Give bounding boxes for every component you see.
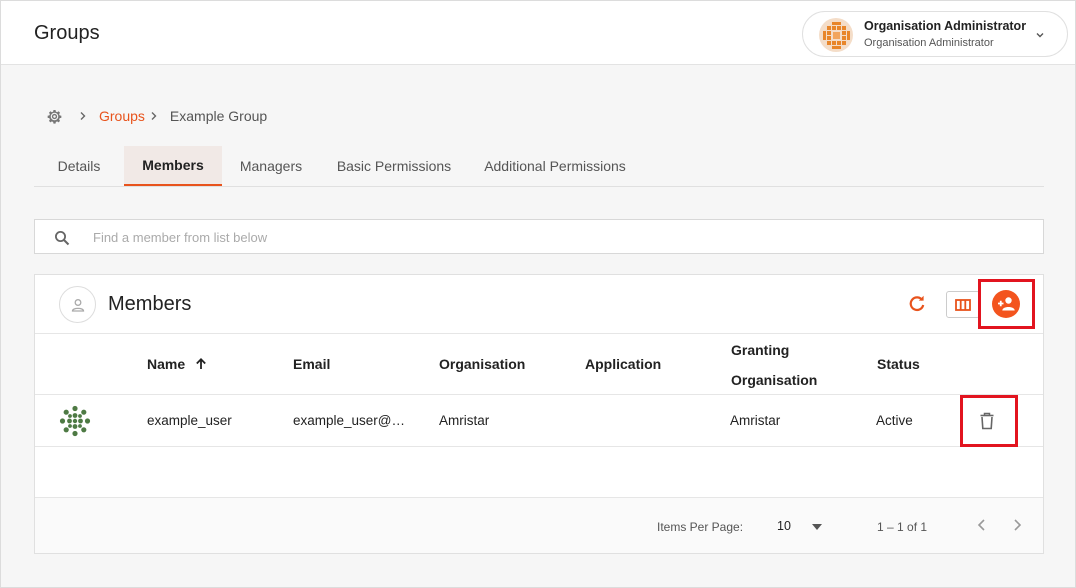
tab-bar: Details Members Managers Basic Permissio… <box>34 146 1044 187</box>
search-icon <box>54 230 70 246</box>
chevron-right-icon <box>78 111 88 121</box>
search-input[interactable] <box>93 226 993 248</box>
card-header: Members <box>35 275 1043 334</box>
column-granting-line1[interactable]: Granting <box>731 342 789 358</box>
cell-name: example_user <box>147 413 232 428</box>
refresh-icon[interactable] <box>907 294 927 314</box>
gear-icon[interactable] <box>47 109 62 124</box>
breadcrumb-current: Example Group <box>170 108 267 124</box>
arrow-up-icon <box>195 358 207 370</box>
tab-members[interactable]: Members <box>124 146 222 186</box>
chevron-left-icon[interactable] <box>975 518 989 532</box>
page-title: Groups <box>34 22 100 45</box>
cell-status: Active <box>876 413 913 428</box>
column-email[interactable]: Email <box>293 356 330 372</box>
table-header: Name Email Organisation Application Gran… <box>35 334 1043 395</box>
tab-managers[interactable]: Managers <box>222 146 320 186</box>
cell-organisation: Amristar <box>439 413 489 428</box>
view-columns-icon <box>955 299 971 311</box>
tab-details[interactable]: Details <box>34 146 124 186</box>
user-avatar-icon <box>59 405 91 437</box>
pagination: Items Per Page: 10 1 – 1 of 1 <box>35 497 1043 553</box>
card-title: Members <box>108 293 191 316</box>
top-bar: Groups Organisation Administrator Organi… <box>1 1 1075 65</box>
items-per-page-label: Items Per Page: <box>657 520 743 534</box>
user-name: Organisation Administrator <box>864 19 1026 33</box>
page-range: 1 – 1 of 1 <box>877 520 927 534</box>
column-application[interactable]: Application <box>585 356 661 372</box>
table-row[interactable]: example_user example_user@… Amristar Amr… <box>35 395 1043 447</box>
remove-member-highlight <box>960 395 1018 447</box>
breadcrumb: Groups Example Group <box>47 107 267 125</box>
person-icon <box>70 297 86 313</box>
cell-email: example_user@… <box>293 413 405 428</box>
cell-granting-organisation: Amristar <box>730 413 780 428</box>
members-avatar <box>59 286 96 323</box>
member-search <box>34 219 1044 254</box>
column-name[interactable]: Name <box>147 356 207 372</box>
column-granting-line2[interactable]: Organisation <box>731 372 817 388</box>
column-status[interactable]: Status <box>877 356 920 372</box>
tab-additional-permissions[interactable]: Additional Permissions <box>468 146 642 186</box>
members-card: Members Name Email Or <box>34 274 1044 554</box>
chevron-right-icon <box>149 111 159 121</box>
user-menu[interactable]: Organisation Administrator Organisation … <box>802 11 1068 57</box>
columns-button[interactable] <box>946 291 980 318</box>
chevron-down-icon[interactable] <box>1034 29 1046 41</box>
items-per-page-select[interactable]: 10 <box>777 519 791 533</box>
tab-basic-permissions[interactable]: Basic Permissions <box>320 146 468 186</box>
chevron-right-icon[interactable] <box>1010 518 1024 532</box>
column-organisation[interactable]: Organisation <box>439 356 525 372</box>
user-role: Organisation Administrator <box>864 37 994 49</box>
dropdown-arrow-icon[interactable] <box>812 524 822 530</box>
breadcrumb-groups-link[interactable]: Groups <box>99 108 145 124</box>
organisation-avatar-icon <box>819 18 853 52</box>
add-member-highlight <box>978 279 1035 329</box>
